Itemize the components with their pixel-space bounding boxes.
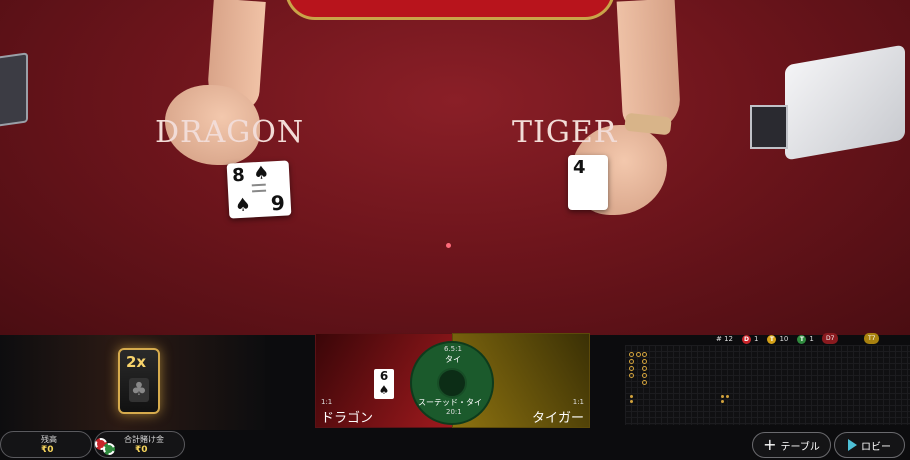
road-dot: [642, 373, 647, 378]
tiger-card: 4: [568, 155, 608, 210]
dealer-uniform: [285, 0, 615, 20]
discard-tray: [0, 52, 28, 128]
live-video-table: [0, 0, 910, 335]
chip-green: [103, 443, 115, 455]
plus-icon: +: [763, 435, 777, 454]
spade-icon: ♠: [252, 162, 270, 185]
round-number: # 12: [716, 335, 733, 343]
tiger-win-count: 10: [779, 335, 789, 343]
dragon-win-count: 1: [754, 335, 759, 343]
lobby-arrow-icon: [848, 439, 857, 451]
road-dot: [630, 400, 633, 403]
felt-dragon-label: DRAGON: [155, 115, 305, 150]
balance-box: 残高 ₹0: [0, 431, 92, 458]
dragon-card: 8 ♠ ♠ 9: [226, 160, 292, 219]
balance-value: ₹0: [41, 445, 54, 455]
add-table-label: テーブル: [780, 441, 820, 453]
total-bet-label: 合計賭け金: [124, 435, 164, 444]
add-table-button[interactable]: + テーブル: [752, 432, 831, 458]
dragon-card-rank: 8: [231, 164, 246, 187]
suited-tie-bet-spot[interactable]: [437, 368, 467, 398]
suited-tie-payout: 20:1: [446, 408, 462, 416]
dragon-win-icon: D: [742, 334, 751, 344]
scoreboard-roadmap[interactable]: [625, 345, 910, 425]
road-dot: [642, 380, 647, 385]
road-dot: [629, 366, 634, 371]
tie-win-count: 1: [809, 335, 814, 343]
tiger-card-rank: 4: [573, 157, 586, 178]
chips-icon: [95, 436, 117, 456]
spade-icon: ♠: [234, 194, 252, 217]
road-dot: [630, 395, 633, 398]
bet-area: 1:1 ドラゴン 6 ♠ 1:1 タイガー 6.5:1 タイ スーテッド・タイ …: [315, 333, 590, 428]
tie-label: タイ: [445, 355, 461, 364]
dragon-bet-label: ドラゴン: [321, 411, 374, 426]
round-stats: # 12 D 1 T 10 T 1: [716, 333, 814, 345]
road-dot: [629, 359, 634, 364]
road-dot: [721, 395, 724, 398]
tiger-bet-label: タイガー: [531, 411, 584, 426]
tiger-win-icon: T: [767, 334, 777, 344]
dragon-streak-pill[interactable]: D7: [822, 333, 839, 344]
road-dot: [721, 400, 724, 403]
dragon-card-rank-bottom: 9: [270, 190, 286, 216]
game-stage: DRAGON TIGER 8 ♠ ♠ 9 4 2x ♣ 1:1 ドラゴン 6 ♠…: [0, 0, 910, 460]
spade-icon: ♠: [378, 383, 390, 397]
card-shoe-slot: [750, 105, 788, 149]
road-dot: [726, 395, 729, 398]
total-bet-value: ₹0: [135, 445, 148, 455]
balance-label: 残高: [41, 435, 57, 444]
last-card-rank: 6: [379, 369, 389, 383]
tiger-streak-pill[interactable]: T7: [864, 333, 880, 344]
club-icon: ♣: [129, 378, 149, 402]
felt-tiger-label: TIGER: [512, 115, 618, 150]
road-dot: [636, 352, 641, 357]
lobby-button[interactable]: ロビー: [834, 432, 905, 458]
dragon-last-card: 6 ♠: [374, 369, 394, 399]
road-dot: [642, 359, 647, 364]
multiplier-label: 2x: [126, 353, 147, 371]
card-center-bars: [251, 183, 267, 193]
tiger-payout: 1:1: [572, 398, 584, 406]
road-dot: [642, 366, 647, 371]
tie-payout: 6.5:1: [444, 345, 462, 353]
road-dot: [629, 352, 634, 357]
felt-marker: [446, 243, 451, 248]
tie-win-icon: T: [797, 334, 807, 344]
road-dot: [642, 352, 647, 357]
lobby-label: ロビー: [861, 441, 891, 453]
road-dot: [629, 373, 634, 378]
dealer-right-arm: [616, 0, 682, 132]
suited-tie-label: スーテッド・タイ: [418, 398, 482, 407]
dragon-payout: 1:1: [321, 398, 333, 406]
